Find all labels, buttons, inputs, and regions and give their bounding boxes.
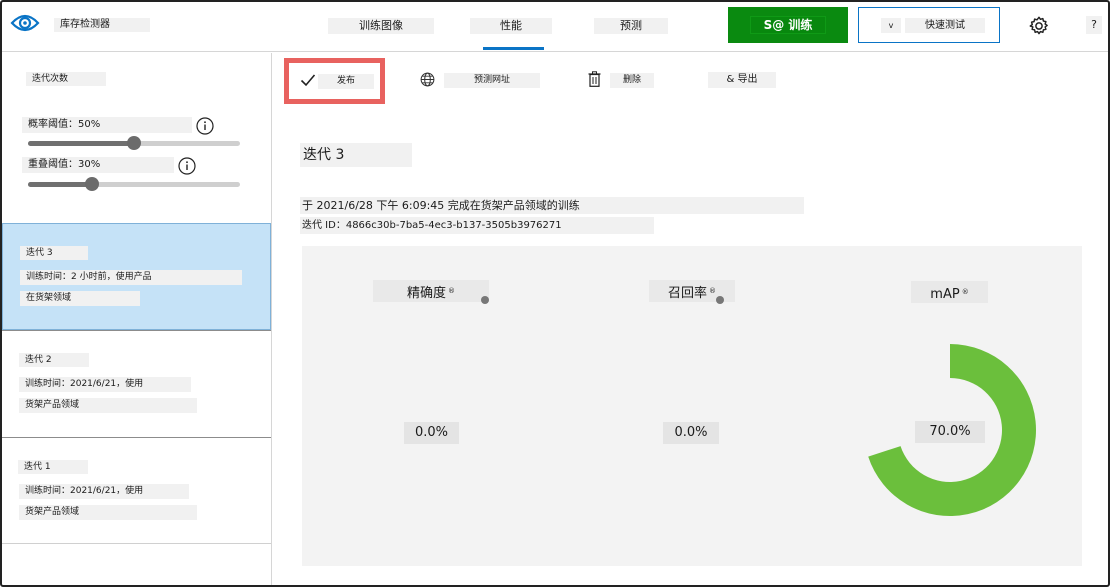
iteration-name: 迭代 2 <box>19 353 89 367</box>
overlap-threshold-slider[interactable] <box>28 176 240 192</box>
iteration-name: 迭代 1 <box>18 460 88 474</box>
top-bar: 库存检测器 训练图像 性能 预测 S@ 训练 v 快速测试 ? <box>2 2 1108 52</box>
tab-training-images[interactable]: 训练图像 <box>328 18 434 34</box>
metrics-panel: 精确度 ® 召回率 ® mAP ® 0.0% 0.0% 70.0% <box>302 246 1082 566</box>
precision-title: 精确度 ® <box>373 280 489 302</box>
gear-icon[interactable] <box>1028 15 1050 37</box>
recall-label: 召回率 <box>667 286 707 301</box>
info-icon[interactable] <box>178 157 196 175</box>
quick-test-button[interactable]: v 快速测试 <box>858 7 1000 43</box>
iteration-train-time: 训练时间：2 小时前，使用产品 <box>20 270 242 285</box>
iteration-card-2[interactable]: 迭代 2 训练时间：2021/6/21，使用 货架产品领域 <box>2 330 271 437</box>
project-name[interactable]: 库存检测器 <box>54 18 150 32</box>
info-icon[interactable] <box>196 117 214 135</box>
list-divider <box>2 543 271 544</box>
train-button-label: S@ 训练 <box>749 16 827 34</box>
overlap-threshold-label: 重叠阈值：30% <box>22 157 174 173</box>
quick-test-label: 快速测试 <box>905 17 985 33</box>
registered-mark: ® <box>961 288 969 296</box>
trash-icon[interactable] <box>588 71 601 87</box>
publish-label: 发布 <box>318 74 374 89</box>
export-button[interactable]: & 导出 <box>708 72 776 88</box>
checkmark-icon <box>300 74 316 87</box>
globe-icon[interactable] <box>420 72 435 87</box>
eye-logo-icon[interactable] <box>10 11 40 35</box>
train-button[interactable]: S@ 训练 <box>728 7 848 43</box>
sidebar: 迭代次数 概率阈值：50% 重叠阈值：30% 迭代 3 训练时间：2 小时前，使… <box>2 53 272 585</box>
precision-label: 精确度 <box>406 286 446 301</box>
slider-fill <box>28 182 92 187</box>
iteration-train-time: 训练时间：2021/6/21，使用 <box>19 377 191 392</box>
probability-threshold-label: 概率阈值：50% <box>22 117 192 133</box>
app-window: 库存检测器 训练图像 性能 预测 S@ 训练 v 快速测试 ? 迭代次数 概率阈… <box>0 0 1110 587</box>
active-tab-indicator <box>483 47 544 50</box>
slider-thumb[interactable] <box>127 136 141 150</box>
iteration-name: 迭代 3 <box>20 246 88 260</box>
training-completed-info: 于 2021/6/28 下午 6:09:45 完成在货架产品领域的训练 <box>300 197 804 214</box>
iteration-domain: 货架产品领域 <box>19 505 197 520</box>
iteration-train-time: 训练时间：2021/6/21，使用 <box>19 484 189 499</box>
iteration-card-1[interactable]: 迭代 1 训练时间：2021/6/21，使用 货架产品领域 <box>2 437 271 543</box>
iteration-domain: 在货架领域 <box>20 291 140 306</box>
chevron-down-icon: v <box>881 17 901 33</box>
iteration-id: 迭代 ID：4866c30b-7ba5-4ec3-b137-3505b39762… <box>300 217 654 234</box>
iteration-title: 迭代 3 <box>300 143 412 167</box>
registered-mark: ® <box>709 287 716 295</box>
map-label: mAP <box>930 287 960 302</box>
iteration-domain: 货架产品领域 <box>19 398 197 413</box>
registered-mark: ® <box>448 287 455 295</box>
precision-indicator-dot <box>481 296 489 304</box>
recall-indicator-dot <box>716 296 724 304</box>
probability-threshold-slider[interactable] <box>28 135 240 151</box>
tab-predictions[interactable]: 预测 <box>594 18 668 34</box>
publish-button[interactable]: 发布 <box>284 58 385 104</box>
help-button[interactable]: ? <box>1086 16 1102 34</box>
slider-thumb[interactable] <box>84 177 99 191</box>
iterations-heading: 迭代次数 <box>26 72 106 86</box>
prediction-url-button[interactable]: 预测网址 <box>444 73 540 88</box>
slider-fill <box>28 141 134 146</box>
precision-value: 0.0% <box>404 422 459 444</box>
map-value: 70.0% <box>915 421 985 443</box>
recall-value: 0.0% <box>663 422 719 444</box>
map-title: mAP ® <box>911 281 988 303</box>
iteration-card-3[interactable]: 迭代 3 训练时间：2 小时前，使用产品 在货架领域 <box>2 223 271 330</box>
tab-performance[interactable]: 性能 <box>470 18 552 34</box>
delete-button[interactable]: 删除 <box>610 73 654 88</box>
